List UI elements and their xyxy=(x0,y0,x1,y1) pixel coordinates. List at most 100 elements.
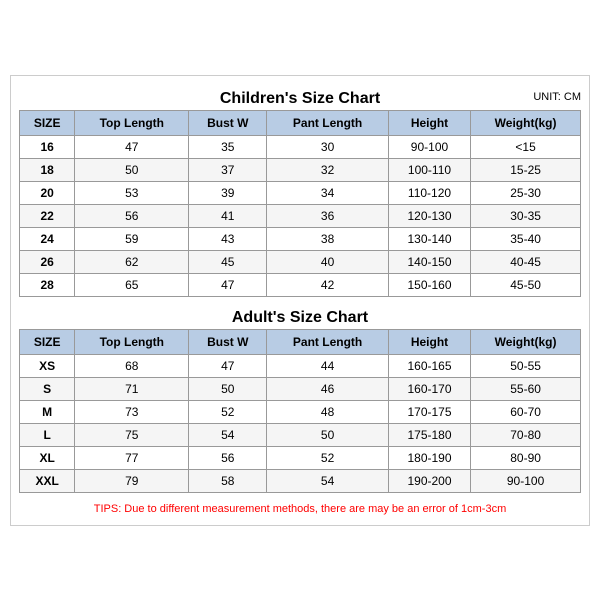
adults-col-size: SIZE xyxy=(20,329,75,354)
children-cell: 30 xyxy=(267,135,389,158)
children-cell: 20 xyxy=(20,181,75,204)
adults-cell: 160-165 xyxy=(388,354,470,377)
adults-cell: 73 xyxy=(75,400,189,423)
adults-table-row: XS684744160-16550-55 xyxy=(20,354,581,377)
children-cell: 37 xyxy=(189,158,267,181)
children-cell: 43 xyxy=(189,227,267,250)
children-table-row: 26624540140-15040-45 xyxy=(20,250,581,273)
adults-col-height: Height xyxy=(388,329,470,354)
children-cell: 130-140 xyxy=(388,227,470,250)
adults-cell: 190-200 xyxy=(388,469,470,492)
children-table-row: 28654742150-16045-50 xyxy=(20,273,581,296)
children-cell: 25-30 xyxy=(471,181,581,204)
adults-cell: 50 xyxy=(189,377,267,400)
adults-table-row: L755450175-18070-80 xyxy=(20,423,581,446)
children-table-row: 24594338130-14035-40 xyxy=(20,227,581,250)
adults-cell: 55-60 xyxy=(471,377,581,400)
children-cell: 150-160 xyxy=(388,273,470,296)
adults-cell: 48 xyxy=(267,400,389,423)
adults-col-pant: Pant Length xyxy=(267,329,389,354)
children-cell: 100-110 xyxy=(388,158,470,181)
children-table-row: 18503732100-11015-25 xyxy=(20,158,581,181)
adults-cell: 80-90 xyxy=(471,446,581,469)
children-cell: 90-100 xyxy=(388,135,470,158)
children-cell: 62 xyxy=(75,250,189,273)
children-table-row: 20533934110-12025-30 xyxy=(20,181,581,204)
children-cell: 32 xyxy=(267,158,389,181)
children-cell: 42 xyxy=(267,273,389,296)
children-cell: <15 xyxy=(471,135,581,158)
adults-cell: XXL xyxy=(20,469,75,492)
children-cell: 15-25 xyxy=(471,158,581,181)
adults-cell: 79 xyxy=(75,469,189,492)
adults-col-top-length: Top Length xyxy=(75,329,189,354)
children-cell: 38 xyxy=(267,227,389,250)
children-cell: 18 xyxy=(20,158,75,181)
adults-cell: XL xyxy=(20,446,75,469)
children-cell: 140-150 xyxy=(388,250,470,273)
children-cell: 40-45 xyxy=(471,250,581,273)
children-chart-title: Children's Size Chart UNIT: CM xyxy=(19,84,581,110)
children-col-height: Height xyxy=(388,110,470,135)
adults-cell: 46 xyxy=(267,377,389,400)
children-title-text: Children's Size Chart xyxy=(220,90,380,107)
adults-cell: 170-175 xyxy=(388,400,470,423)
children-cell: 34 xyxy=(267,181,389,204)
adults-cell: 90-100 xyxy=(471,469,581,492)
adults-cell: 58 xyxy=(189,469,267,492)
children-table-row: 22564136120-13030-35 xyxy=(20,204,581,227)
children-col-size: SIZE xyxy=(20,110,75,135)
adults-col-bust: Bust W xyxy=(189,329,267,354)
children-cell: 35-40 xyxy=(471,227,581,250)
adults-cell: 52 xyxy=(189,400,267,423)
children-cell: 56 xyxy=(75,204,189,227)
adults-cell: 52 xyxy=(267,446,389,469)
children-cell: 47 xyxy=(189,273,267,296)
adults-table-row: M735248170-17560-70 xyxy=(20,400,581,423)
adults-table-row: XXL795854190-20090-100 xyxy=(20,469,581,492)
unit-label: UNIT: CM xyxy=(533,91,581,103)
children-cell: 65 xyxy=(75,273,189,296)
adults-cell: M xyxy=(20,400,75,423)
adults-cell: 77 xyxy=(75,446,189,469)
adults-cell: 175-180 xyxy=(388,423,470,446)
children-col-weight: Weight(kg) xyxy=(471,110,581,135)
children-cell: 53 xyxy=(75,181,189,204)
adults-table-row: XL775652180-19080-90 xyxy=(20,446,581,469)
children-cell: 47 xyxy=(75,135,189,158)
children-cell: 50 xyxy=(75,158,189,181)
adults-cell: 54 xyxy=(189,423,267,446)
children-col-top-length: Top Length xyxy=(75,110,189,135)
children-cell: 39 xyxy=(189,181,267,204)
children-cell: 26 xyxy=(20,250,75,273)
children-cell: 41 xyxy=(189,204,267,227)
children-cell: 28 xyxy=(20,273,75,296)
adults-header-row: SIZE Top Length Bust W Pant Length Heigh… xyxy=(20,329,581,354)
adults-chart-title: Adult's Size Chart xyxy=(19,303,581,329)
children-size-table: SIZE Top Length Bust W Pant Length Heigh… xyxy=(19,110,581,297)
adults-cell: 56 xyxy=(189,446,267,469)
adults-cell: 44 xyxy=(267,354,389,377)
adults-cell: 160-170 xyxy=(388,377,470,400)
adults-table-row: S715046160-17055-60 xyxy=(20,377,581,400)
adults-cell: 75 xyxy=(75,423,189,446)
children-cell: 120-130 xyxy=(388,204,470,227)
children-cell: 24 xyxy=(20,227,75,250)
children-col-pant: Pant Length xyxy=(267,110,389,135)
adults-col-weight: Weight(kg) xyxy=(471,329,581,354)
children-cell: 45-50 xyxy=(471,273,581,296)
children-cell: 16 xyxy=(20,135,75,158)
adults-cell: 54 xyxy=(267,469,389,492)
adults-cell: 47 xyxy=(189,354,267,377)
children-cell: 40 xyxy=(267,250,389,273)
children-cell: 59 xyxy=(75,227,189,250)
adults-cell: 68 xyxy=(75,354,189,377)
children-cell: 30-35 xyxy=(471,204,581,227)
adults-cell: XS xyxy=(20,354,75,377)
children-col-bust: Bust W xyxy=(189,110,267,135)
adults-title-text: Adult's Size Chart xyxy=(232,309,368,326)
children-cell: 22 xyxy=(20,204,75,227)
children-header-row: SIZE Top Length Bust W Pant Length Heigh… xyxy=(20,110,581,135)
children-cell: 35 xyxy=(189,135,267,158)
adults-cell: 71 xyxy=(75,377,189,400)
